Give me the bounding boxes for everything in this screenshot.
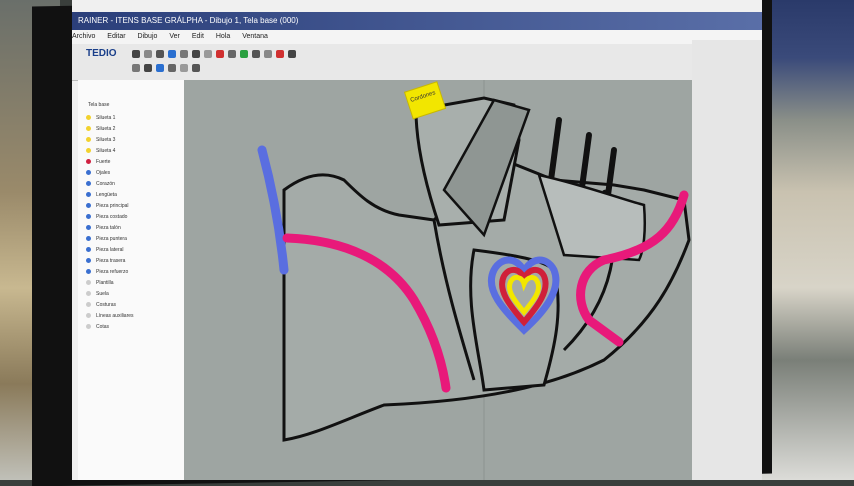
layer-color-icon [86, 302, 91, 307]
menu-item[interactable]: Ventana [242, 33, 268, 40]
tree-item[interactable]: Pieza costado [96, 213, 127, 221]
shoe-drawing [257, 80, 691, 480]
tool-icon[interactable] [264, 50, 272, 58]
tree-item[interactable]: Fuerte [96, 158, 110, 166]
layer-color-icon [86, 203, 91, 208]
tool-icon[interactable] [156, 50, 164, 58]
layer-color-icon [86, 126, 91, 131]
layer-color-icon [86, 269, 91, 274]
tool-icon[interactable] [132, 50, 140, 58]
tree-item[interactable]: Plantilla [96, 279, 114, 287]
menu-item[interactable]: Hola [216, 33, 230, 40]
menu-bar: Archivo Editar Dibujo Ver Edit Hola Vent… [72, 30, 762, 44]
tool-icon[interactable] [252, 50, 260, 58]
layers-panel: Tela base Silueta 1 Silueta 2 Silueta 3 Sil… [78, 80, 185, 480]
photo-scene: RAINER - ITENS BASE GRÁLPHA - Dibujo 1, … [0, 0, 854, 486]
tree-item[interactable]: Costuras [96, 301, 116, 309]
menu-item[interactable]: Editar [107, 33, 125, 40]
tree-item[interactable]: Lengüeta [96, 191, 117, 199]
right-toolbar [692, 40, 762, 480]
tree-item[interactable]: Cotas [96, 323, 109, 331]
monitor-screen: RAINER - ITENS BASE GRÁLPHA - Dibujo 1, … [72, 0, 762, 480]
layer-color-icon [86, 181, 91, 186]
tool-icon[interactable] [276, 50, 284, 58]
layer-color-icon [86, 280, 91, 285]
menu-item[interactable]: Archivo [72, 33, 95, 40]
heel-blue-strip [257, 145, 289, 275]
tree-item[interactable]: Líneas auxiliares [96, 312, 134, 320]
drawing-canvas[interactable]: Cordones [184, 80, 762, 480]
tool-icon[interactable] [132, 64, 140, 72]
tool-icon[interactable] [228, 50, 236, 58]
tool-icon[interactable] [180, 50, 188, 58]
layer-color-icon [86, 291, 91, 296]
layer-color-icon [86, 324, 91, 329]
tree-item[interactable]: Pieza lateral [96, 246, 124, 254]
tree-item[interactable]: Corazón [96, 180, 115, 188]
tree-item[interactable]: Silueta 3 [96, 136, 115, 144]
window-title: RAINER - ITENS BASE GRÁLPHA - Dibujo 1, … [72, 12, 762, 30]
tree-item[interactable]: Pieza puntera [96, 235, 127, 243]
tool-icon[interactable] [288, 50, 296, 58]
tree-item[interactable]: Pieza trasera [96, 257, 125, 265]
layer-color-icon [86, 192, 91, 197]
layer-color-icon [86, 148, 91, 153]
menu-item[interactable]: Ver [169, 33, 180, 40]
tool-icon[interactable] [144, 50, 152, 58]
tree-item[interactable]: Pieza refuerzo [96, 268, 128, 276]
tool-icon[interactable] [204, 50, 212, 58]
tool-icon[interactable] [216, 50, 224, 58]
toolbar: TEDIO [72, 44, 762, 81]
menu-item[interactable]: Edit [192, 33, 204, 40]
tree-item[interactable]: Silueta 2 [96, 125, 115, 133]
tool-icon[interactable] [192, 64, 200, 72]
layer-color-icon [86, 214, 91, 219]
tool-icon[interactable] [180, 64, 188, 72]
layer-color-icon [86, 159, 91, 164]
layer-color-icon [86, 225, 91, 230]
layer-color-icon [86, 170, 91, 175]
layer-color-icon [86, 247, 91, 252]
tree-item[interactable]: Pieza principal [96, 202, 129, 210]
tool-icon[interactable] [144, 64, 152, 72]
tree-item[interactable]: Silueta 1 [96, 114, 115, 122]
tool-icon[interactable] [240, 50, 248, 58]
app-logo: TEDIO [86, 48, 117, 59]
tree-root[interactable]: Tela base [88, 102, 109, 108]
layer-color-icon [86, 236, 91, 241]
layer-color-icon [86, 258, 91, 263]
tool-icon[interactable] [192, 50, 200, 58]
menu-item[interactable]: Dibujo [138, 33, 158, 40]
layer-color-icon [86, 115, 91, 120]
tree-item[interactable]: Pieza talón [96, 224, 121, 232]
tree-item[interactable]: Silueta 4 [96, 147, 115, 155]
layer-color-icon [86, 137, 91, 142]
tool-icon[interactable] [168, 50, 176, 58]
tree-item[interactable]: Ojales [96, 169, 110, 177]
tool-icon[interactable] [168, 64, 176, 72]
tool-icon[interactable] [156, 64, 164, 72]
layer-color-icon [86, 313, 91, 318]
tree-item[interactable]: Suela [96, 290, 109, 298]
